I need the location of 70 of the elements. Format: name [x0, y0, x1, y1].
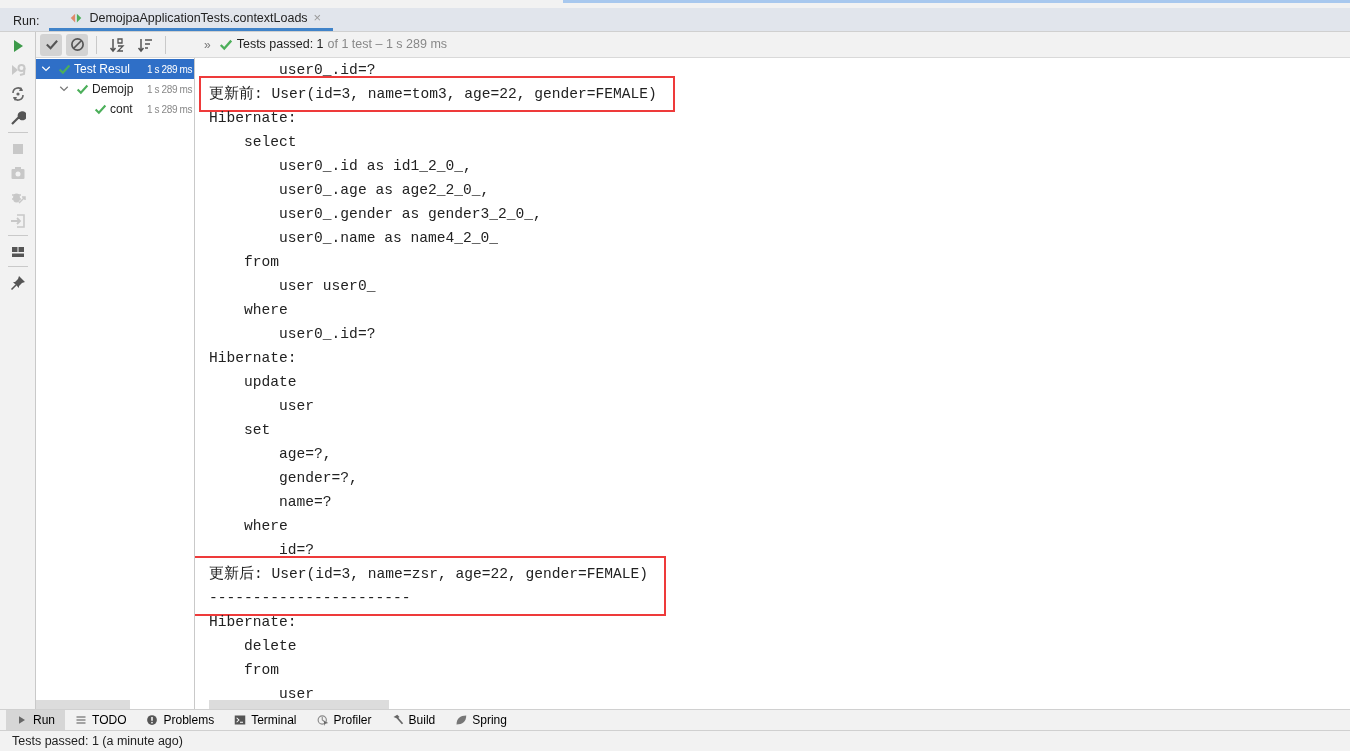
sort-duration-icon[interactable]: [137, 37, 153, 54]
tool-window-tab[interactable]: Terminal: [224, 710, 307, 730]
tree-label: Test Resul: [74, 61, 131, 78]
alert-icon: [146, 714, 159, 726]
scrollbar[interactable]: [36, 700, 130, 709]
tool-window-tab[interactable]: Spring: [445, 710, 517, 730]
terminal-icon: [234, 714, 247, 726]
console-line: user user0_: [278, 277, 376, 296]
status-text: Tests passed: 1 (a minute ago): [12, 732, 183, 750]
console-line: user: [278, 685, 315, 704]
console-line: user0_.id=?: [278, 61, 376, 80]
duration-text: 1 s 289 ms: [147, 62, 193, 77]
status-text: Tests passed: 1: [236, 36, 324, 54]
check-icon: [76, 82, 89, 96]
panel-label: Run:: [12, 13, 41, 30]
console-line: user0_.id as id1_2_0_,: [278, 157, 472, 176]
console-line: where: [243, 517, 288, 536]
status-detail: of 1 test – 1 s 289 ms: [327, 36, 448, 54]
console-line: gender=?,: [278, 469, 358, 488]
console-line: Hibernate:: [209, 109, 297, 128]
duration-text: 1 s 289 ms: [147, 82, 193, 97]
console-line: user0_.name as name4_2_0_: [278, 229, 498, 248]
console-line: user: [278, 397, 315, 416]
tree-row[interactable]: Test Resul 1 s 289 ms: [36, 59, 194, 79]
test-icon: [69, 11, 84, 25]
cancel-toggle[interactable]: [66, 33, 88, 56]
tree-label: cont: [110, 101, 133, 118]
console-line: 更新后: User(id=3, name=zsr, age=22, gender=FEMALE): [209, 564, 649, 584]
hammer-icon: [391, 714, 404, 726]
tool-window-tab[interactable]: Run: [6, 710, 65, 730]
more-button[interactable]: »: [204, 35, 211, 54]
check-toggle[interactable]: [40, 33, 62, 56]
console-line: age=?,: [278, 445, 332, 464]
run-tab[interactable]: DemojpaApplicationTests.contextLoads ×: [49, 8, 334, 31]
console-line: set: [243, 421, 271, 440]
console-line: user0_.age as age2_2_0_,: [278, 181, 490, 200]
duration-text: 1 s 289 ms: [147, 102, 193, 117]
console-line: Hibernate:: [209, 613, 297, 632]
check-icon: [94, 102, 107, 116]
cycle-icon[interactable]: [9, 85, 26, 102]
console-line: from: [243, 253, 280, 272]
console-line: select: [243, 133, 297, 152]
tool-window-tab[interactable]: Build: [381, 710, 446, 730]
console-line: name=?: [278, 493, 332, 512]
tree-row[interactable]: cont 1 s 289 ms: [36, 99, 194, 119]
tool-window-tab[interactable]: Problems: [136, 710, 225, 730]
list-icon: [75, 714, 87, 726]
console-line: user0_.gender as gender3_2_0_,: [278, 205, 542, 224]
sort-alpha-icon[interactable]: [109, 37, 125, 54]
console-line: user0_.id=?: [278, 325, 376, 344]
tool-window-tab[interactable]: TODO: [65, 710, 137, 730]
console-line: delete: [243, 637, 297, 656]
console-line: from: [243, 661, 280, 680]
console-line: 更新前: User(id=3, name=tom3, age=22, gender=FEMALE): [209, 84, 657, 104]
scrollbar[interactable]: [209, 700, 389, 709]
pin-icon[interactable]: [9, 274, 26, 291]
tool-window-tab[interactable]: Profiler: [306, 710, 382, 730]
check-icon: [58, 62, 71, 76]
console-line: where: [243, 301, 288, 320]
tree-label: Demojp: [92, 81, 134, 98]
console-line: id=?: [278, 541, 315, 560]
leaf-icon: [455, 714, 468, 726]
tree-row[interactable]: Demojp 1 s 289 ms: [36, 79, 194, 99]
console-line: update: [243, 373, 297, 392]
console-line: Hibernate:: [209, 349, 297, 368]
console-line: -----------------------: [209, 589, 411, 608]
profiler-icon: [316, 714, 329, 726]
check-icon: [218, 38, 233, 53]
cancel-icon: [69, 37, 85, 52]
check-icon: [43, 37, 59, 52]
